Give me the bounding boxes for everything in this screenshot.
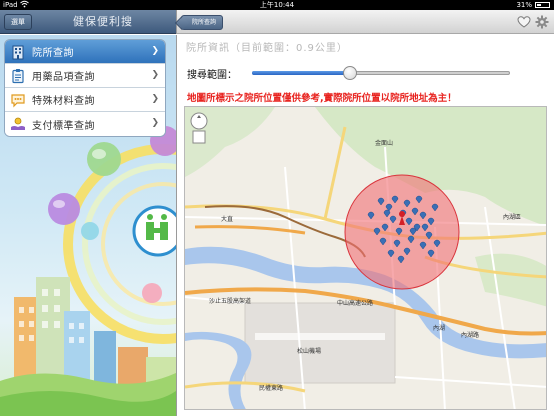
- favorite-heart-icon[interactable]: [517, 15, 531, 29]
- map-label-neihu: 內湖區: [503, 213, 521, 221]
- chevron-right-icon: ❯: [151, 46, 159, 56]
- menu-item-special-material-search[interactable]: 特殊材料查詢 ❯: [5, 88, 165, 112]
- map-disclaimer-notice: 地圖所標示之院所位置僅供參考,實際院所位置以院所地址為主！: [187, 93, 457, 104]
- menu-item-label: 用藥品項查詢: [32, 72, 95, 83]
- map-label-neihu2: 內湖: [433, 324, 445, 332]
- building-icon: [12, 45, 24, 59]
- main-menu: 院所查詢 ❯ 用藥品項查詢 ❯ 特殊材料查詢 ❯ 支付標準查詢 ❯: [4, 39, 166, 137]
- chevron-right-icon: ❯: [151, 70, 159, 80]
- clinic-info-title: 院所資訊（目前範圍：0.9公里）: [186, 43, 348, 54]
- chevron-right-icon: ❯: [151, 94, 159, 104]
- map-label-dazhi: 大直: [221, 215, 233, 223]
- sidebar-navbar: 選單 健保便利搜: [0, 10, 176, 34]
- menu-item-label: 院所查詢: [32, 48, 74, 59]
- back-button[interactable]: 院所查詢: [181, 15, 224, 30]
- hands-coin-icon: [11, 117, 25, 130]
- map-zoom-button[interactable]: [192, 130, 206, 144]
- slider-fill: [252, 71, 351, 75]
- clipboard-icon: [12, 68, 24, 83]
- status-bar: iPad 上午10:44 31%: [0, 0, 554, 10]
- menu-item-label: 支付標準查詢: [32, 120, 95, 132]
- app-title: 健保便利搜: [73, 15, 133, 28]
- map-pan-control[interactable]: [190, 112, 208, 130]
- map-label-minquan: 民權東路: [259, 384, 283, 392]
- menu-item-payment-standard-search[interactable]: 支付標準查詢 ❯: [5, 112, 165, 136]
- menu-button[interactable]: 選單: [4, 14, 32, 30]
- chevron-right-icon: ❯: [151, 118, 159, 128]
- menu-item-clinic-search[interactable]: 院所查詢 ❯: [5, 40, 165, 64]
- map-label-jinmian: 金面山: [375, 139, 393, 147]
- sidebar: 院所查詢 ❯ 用藥品項查詢 ❯ 特殊材料查詢 ❯ 支付標準查詢 ❯: [0, 35, 176, 416]
- clinic-map[interactable]: 金面山 大直 內湖區 中山高速公路 松山機場 內湖路 沙止五股高架道 內湖 民權…: [184, 106, 547, 410]
- search-range-slider[interactable]: [252, 66, 510, 80]
- search-range-label: 搜尋範圍：: [187, 70, 237, 81]
- battery-percent: 31%: [516, 1, 532, 9]
- map-canvas: 金面山 大直 內湖區 中山高速公路 松山機場 內湖路 沙止五股高架道 內湖 民權…: [185, 107, 546, 409]
- map-label-neihu-rd: 內湖路: [461, 331, 479, 339]
- menu-item-label: 特殊材料查詢: [32, 96, 95, 107]
- settings-gear-icon[interactable]: [535, 15, 549, 29]
- map-label-songshan-airport: 松山機場: [297, 347, 321, 355]
- menu-item-medicine-search[interactable]: 用藥品項查詢 ❯: [5, 64, 165, 88]
- map-label-zhongshan-hwy: 中山高速公路: [337, 299, 373, 307]
- slider-thumb[interactable]: [343, 66, 358, 80]
- battery-icon: [535, 2, 550, 8]
- chat-bubble-icon: [11, 93, 25, 107]
- map-label-shaopeng: 沙止五股高架道: [209, 297, 251, 305]
- clock-time: 上午10:44: [259, 1, 295, 9]
- main-panel: 院所資訊（目前範圍：0.9公里） 搜尋範圍： 地圖所標示之院所位置僅供參考,實際…: [176, 35, 554, 416]
- detail-navbar: 院所查詢: [176, 10, 554, 34]
